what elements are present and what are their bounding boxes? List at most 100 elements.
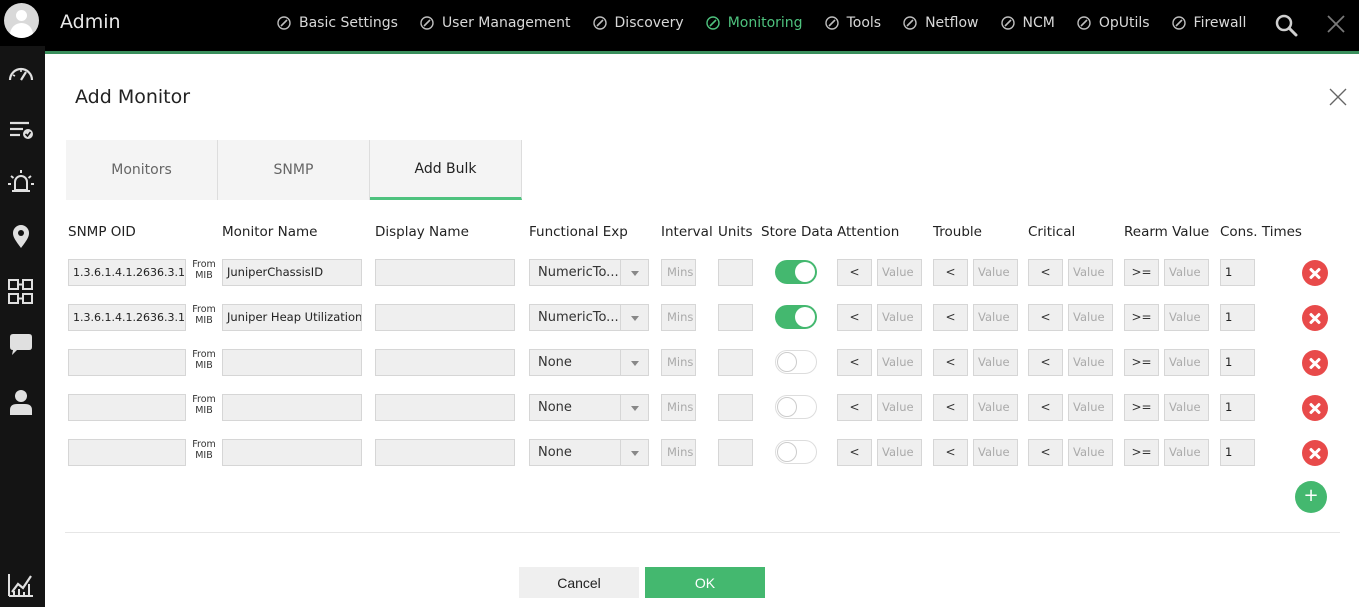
critical-value-input[interactable]: Value — [1068, 394, 1113, 421]
trouble-operator[interactable]: < — [933, 304, 968, 331]
nav-item-netflow[interactable]: Netflow — [903, 15, 979, 31]
delete-row-icon[interactable] — [1302, 350, 1328, 376]
units-input[interactable] — [718, 304, 753, 331]
from-mib-link[interactable]: From MIB — [190, 259, 218, 281]
dashboard-icon[interactable] — [7, 60, 35, 88]
rearm-value-input[interactable]: Value — [1164, 259, 1209, 286]
close-icon[interactable] — [1326, 14, 1346, 34]
cons-times-input[interactable]: 1 — [1220, 439, 1255, 466]
critical-value-input[interactable]: Value — [1068, 439, 1113, 466]
rearm-value-input[interactable]: Value — [1164, 394, 1209, 421]
attention-operator[interactable]: < — [837, 259, 872, 286]
snmp-oid-input[interactable] — [68, 349, 186, 376]
attention-value-input[interactable]: Value — [877, 349, 922, 376]
rearm-operator[interactable]: >= — [1124, 349, 1159, 376]
nav-item-basic-settings[interactable]: Basic Settings — [277, 15, 398, 31]
interval-input[interactable]: Mins — [661, 259, 696, 286]
rearm-operator[interactable]: >= — [1124, 304, 1159, 331]
tab-snmp[interactable]: SNMP — [218, 140, 370, 200]
from-mib-link[interactable]: From MIB — [190, 304, 218, 326]
cons-times-input[interactable]: 1 — [1220, 394, 1255, 421]
trouble-value-input[interactable]: Value — [973, 349, 1018, 376]
trouble-operator[interactable]: < — [933, 439, 968, 466]
functional-exp-select[interactable]: NumericTo... — [529, 304, 649, 331]
monitor-name-input[interactable] — [222, 394, 362, 421]
snmp-oid-input[interactable]: 1.3.6.1.4.1.2636.3.1.8.1 — [68, 259, 186, 286]
delete-row-icon[interactable] — [1302, 395, 1328, 421]
attention-value-input[interactable]: Value — [877, 394, 922, 421]
critical-operator[interactable]: < — [1028, 259, 1063, 286]
store-data-toggle[interactable] — [775, 260, 817, 284]
workflow-icon[interactable] — [7, 278, 35, 306]
monitor-name-input[interactable] — [222, 349, 362, 376]
display-name-input[interactable] — [375, 304, 515, 331]
nav-item-discovery[interactable]: Discovery — [592, 15, 684, 31]
attention-operator[interactable]: < — [837, 394, 872, 421]
rearm-value-input[interactable]: Value — [1164, 304, 1209, 331]
nav-item-oputils[interactable]: OpUtils — [1077, 15, 1150, 31]
delete-row-icon[interactable] — [1302, 260, 1328, 286]
critical-value-input[interactable]: Value — [1068, 259, 1113, 286]
rearm-operator[interactable]: >= — [1124, 394, 1159, 421]
trouble-value-input[interactable]: Value — [973, 304, 1018, 331]
ok-button[interactable]: OK — [645, 567, 765, 598]
display-name-input[interactable] — [375, 394, 515, 421]
snmp-oid-input[interactable]: 1.3.6.1.4.1.2636.3.1.13 — [68, 304, 186, 331]
nav-item-firewall[interactable]: Firewall — [1171, 15, 1246, 31]
chat-icon[interactable] — [7, 332, 35, 360]
delete-row-icon[interactable] — [1302, 305, 1328, 331]
trouble-value-input[interactable]: Value — [973, 259, 1018, 286]
rearm-operator[interactable]: >= — [1124, 259, 1159, 286]
from-mib-link[interactable]: From MIB — [190, 349, 218, 371]
store-data-toggle[interactable] — [775, 305, 817, 329]
trouble-value-input[interactable]: Value — [973, 394, 1018, 421]
functional-exp-select[interactable]: None — [529, 439, 649, 466]
monitor-name-input[interactable]: JuniperChassisID — [222, 259, 362, 286]
monitor-name-input[interactable] — [222, 439, 362, 466]
interval-input[interactable]: Mins — [661, 349, 696, 376]
add-row-button[interactable]: + — [1295, 481, 1327, 513]
from-mib-link[interactable]: From MIB — [190, 439, 218, 461]
cons-times-input[interactable]: 1 — [1220, 259, 1255, 286]
attention-value-input[interactable]: Value — [877, 259, 922, 286]
close-icon[interactable] — [1328, 87, 1348, 107]
critical-operator[interactable]: < — [1028, 394, 1063, 421]
avatar[interactable] — [0, 0, 45, 45]
attention-operator[interactable]: < — [837, 349, 872, 376]
from-mib-link[interactable]: From MIB — [190, 394, 218, 416]
attention-operator[interactable]: < — [837, 439, 872, 466]
maps-icon[interactable] — [7, 222, 35, 250]
interval-input[interactable]: Mins — [661, 394, 696, 421]
search-icon[interactable] — [1274, 13, 1298, 37]
interval-input[interactable]: Mins — [661, 439, 696, 466]
critical-operator[interactable]: < — [1028, 304, 1063, 331]
display-name-input[interactable] — [375, 259, 515, 286]
snmp-oid-input[interactable] — [68, 394, 186, 421]
rearm-value-input[interactable]: Value — [1164, 349, 1209, 376]
critical-operator[interactable]: < — [1028, 439, 1063, 466]
alarms-icon[interactable] — [7, 168, 35, 196]
nav-item-ncm[interactable]: NCM — [1000, 15, 1055, 31]
tab-monitors[interactable]: Monitors — [66, 140, 218, 200]
trouble-operator[interactable]: < — [933, 259, 968, 286]
units-input[interactable] — [718, 439, 753, 466]
inventory-icon[interactable] — [7, 116, 35, 144]
critical-value-input[interactable]: Value — [1068, 304, 1113, 331]
delete-row-icon[interactable] — [1302, 440, 1328, 466]
critical-value-input[interactable]: Value — [1068, 349, 1113, 376]
critical-operator[interactable]: < — [1028, 349, 1063, 376]
cancel-button[interactable]: Cancel — [519, 567, 639, 598]
trouble-operator[interactable]: < — [933, 394, 968, 421]
functional-exp-select[interactable]: None — [529, 394, 649, 421]
store-data-toggle[interactable] — [775, 350, 817, 374]
attention-value-input[interactable]: Value — [877, 439, 922, 466]
display-name-input[interactable] — [375, 349, 515, 376]
store-data-toggle[interactable] — [775, 395, 817, 419]
attention-operator[interactable]: < — [837, 304, 872, 331]
tab-add-bulk[interactable]: Add Bulk — [370, 140, 522, 200]
cons-times-input[interactable]: 1 — [1220, 349, 1255, 376]
snmp-oid-input[interactable] — [68, 439, 186, 466]
trouble-operator[interactable]: < — [933, 349, 968, 376]
reports-icon[interactable] — [7, 570, 35, 598]
nav-item-tools[interactable]: Tools — [824, 15, 881, 31]
